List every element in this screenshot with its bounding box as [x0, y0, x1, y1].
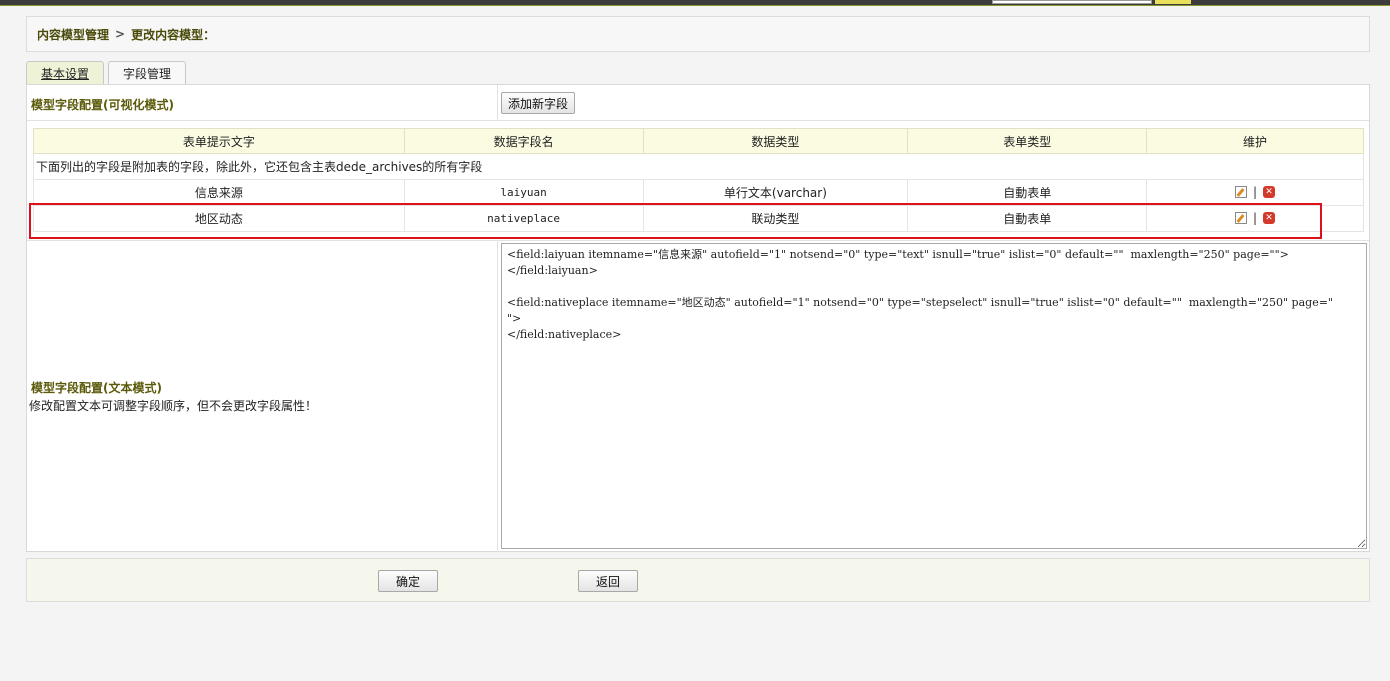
tab-field-management[interactable]: 字段管理	[108, 61, 187, 85]
column-header: 数据类型	[642, 128, 909, 154]
breadcrumb-current: 更改内容模型：	[131, 27, 216, 42]
visual-config-label: 模型字段配置(可视化模式)	[31, 98, 174, 112]
top-bar	[0, 0, 1390, 6]
visual-config-row: 模型字段配置(可视化模式) 添加新字段	[27, 85, 1369, 121]
table-header-row: 表单提示文字 数据字段名 数据类型 表单类型 维护	[33, 128, 1364, 154]
form-footer: 确定 返回	[26, 558, 1370, 602]
column-header: 维护	[1146, 128, 1364, 154]
form-type-cell: 自動表单	[907, 205, 1148, 232]
main-panel: 模型字段配置(可视化模式) 添加新字段 表单提示文字 数据字段名 数据类型 表单…	[26, 84, 1370, 552]
column-header: 表单提示文字	[33, 128, 405, 154]
ops-separator: |	[1253, 184, 1258, 199]
ops-cell: | ✕	[1146, 205, 1364, 232]
ok-button[interactable]: 确定	[378, 570, 438, 592]
tab-bar: 基本设置 字段管理	[26, 61, 190, 85]
table-note: 下面列出的字段是附加表的字段，除此外，它还包含主表dede_archives的所…	[33, 153, 1364, 180]
text-config-row: 模型字段配置(文本模式) 修改配置文本可调整字段顺序，但不会更改字段属性！ <f…	[27, 240, 1369, 552]
breadcrumb-parent[interactable]: 内容模型管理	[37, 26, 109, 43]
data-type-cell: 联动类型	[642, 205, 909, 232]
field-name-cell: laiyuan	[403, 179, 644, 206]
delete-icon[interactable]: ✕	[1263, 185, 1276, 198]
field-name-cell: nativeplace	[403, 205, 644, 232]
data-type-cell: 单行文本(varchar)	[642, 179, 909, 206]
column-header: 数据字段名	[403, 128, 644, 154]
column-divider	[497, 85, 498, 121]
config-textarea[interactable]: <field:laiyuan itemname="信息来源" autofield…	[501, 243, 1367, 549]
text-config-hint: 修改配置文本可调整字段顺序，但不会更改字段属性！	[29, 399, 318, 413]
column-divider	[497, 241, 498, 552]
text-config-label: 模型字段配置(文本模式)	[31, 381, 162, 395]
delete-icon[interactable]: ✕	[1263, 211, 1276, 224]
edit-icon[interactable]	[1235, 211, 1248, 224]
breadcrumb-separator: >	[115, 27, 126, 41]
field-label-cell: 地区动态	[33, 205, 405, 232]
tab-basic-settings[interactable]: 基本设置	[26, 61, 105, 85]
top-search-button[interactable]	[1155, 0, 1191, 4]
ops-separator: |	[1253, 210, 1258, 225]
ops-cell: | ✕	[1146, 179, 1364, 206]
edit-icon[interactable]	[1235, 185, 1248, 198]
table-note-row: 下面列出的字段是附加表的字段，除此外，它还包含主表dede_archives的所…	[33, 153, 1364, 180]
table-row: 信息来源 laiyuan 单行文本(varchar) 自動表单 | ✕	[33, 179, 1364, 206]
top-search-input[interactable]	[992, 0, 1152, 4]
column-header: 表单类型	[907, 128, 1148, 154]
add-field-button[interactable]: 添加新字段	[501, 92, 575, 114]
table-row: 地区动态 nativeplace 联动类型 自動表单 | ✕	[33, 205, 1364, 232]
form-type-cell: 自動表单	[907, 179, 1148, 206]
breadcrumb: 内容模型管理 > 更改内容模型：	[26, 16, 1370, 52]
back-button[interactable]: 返回	[578, 570, 638, 592]
fields-table: 表单提示文字 数据字段名 数据类型 表单类型 维护 下面列出的字段是附加表的字段…	[33, 128, 1364, 232]
field-label-cell: 信息来源	[33, 179, 405, 206]
